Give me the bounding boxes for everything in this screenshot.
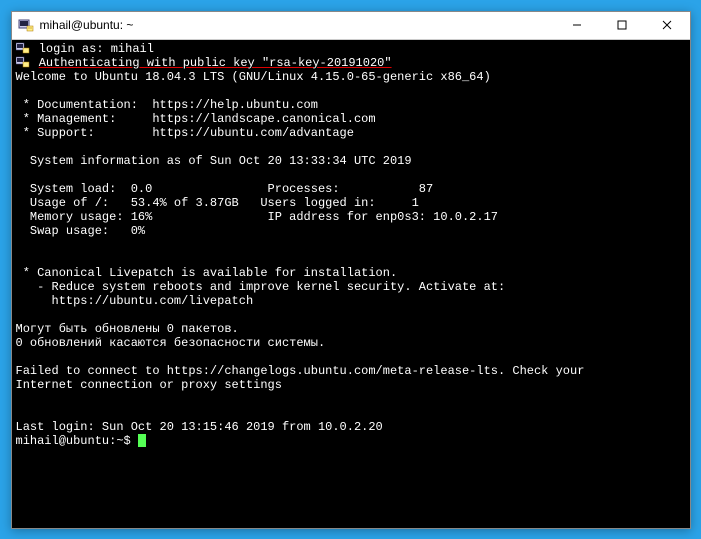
login-username: mihail	[111, 42, 154, 56]
livepatch-line2: - Reduce system reboots and improve kern…	[16, 280, 506, 294]
sysinfo-load: System load: 0.0 Processes: 87	[16, 182, 434, 196]
putty-prompt-icon	[16, 42, 32, 54]
support-url: https://ubuntu.com/advantage	[152, 126, 354, 140]
putty-prompt-icon	[16, 56, 32, 68]
fail-line1: Failed to connect to https://changelogs.…	[16, 364, 585, 378]
updates-line1: Могут быть обновлены 0 пакетов.	[16, 322, 239, 336]
putty-window: mihail@ubuntu: ~ login as: mihail Authen…	[11, 11, 691, 529]
minimize-button[interactable]	[555, 12, 600, 39]
updates-line2: 0 обновлений касаются безопасности систе…	[16, 336, 326, 350]
support-label: * Support:	[16, 126, 153, 140]
close-button[interactable]	[645, 12, 690, 39]
window-title: mihail@ubuntu: ~	[40, 18, 555, 32]
mgmt-url: https://landscape.canonical.com	[152, 112, 375, 126]
titlebar[interactable]: mihail@ubuntu: ~	[12, 12, 690, 40]
sysinfo-usage: Usage of /: 53.4% of 3.87GB Users logged…	[16, 196, 419, 210]
sysinfo-swap: Swap usage: 0%	[16, 224, 146, 238]
doc-label: * Documentation:	[16, 98, 153, 112]
maximize-button[interactable]	[600, 12, 645, 39]
cursor	[138, 434, 146, 447]
sysinfo-header: System information as of Sun Oct 20 13:3…	[16, 154, 412, 168]
shell-prompt: mihail@ubuntu:~$	[16, 434, 138, 448]
mgmt-label: * Management:	[16, 112, 153, 126]
fail-line2: Internet connection or proxy settings	[16, 378, 282, 392]
doc-url: https://help.ubuntu.com	[152, 98, 318, 112]
login-prompt-text: login as:	[39, 42, 111, 56]
welcome-line: Welcome to Ubuntu 18.04.3 LTS (GNU/Linux…	[16, 70, 491, 84]
putty-icon	[18, 17, 34, 33]
last-login-line: Last login: Sun Oct 20 13:15:46 2019 fro…	[16, 420, 383, 434]
auth-line: Authenticating with public key "rsa-key-…	[39, 56, 392, 70]
livepatch-url: https://ubuntu.com/livepatch	[16, 294, 254, 308]
terminal-output[interactable]: login as: mihail Authenticating with pub…	[12, 40, 690, 528]
sysinfo-memory: Memory usage: 16% IP address for enp0s3:…	[16, 210, 498, 224]
window-controls	[555, 12, 690, 39]
livepatch-line1: * Canonical Livepatch is available for i…	[16, 266, 398, 280]
